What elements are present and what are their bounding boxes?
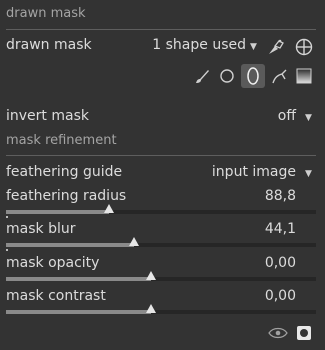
feathering-guide-value[interactable]: input image	[180, 164, 296, 180]
feathering-radius-value[interactable]: 88,8	[216, 188, 296, 204]
display-mask-icon[interactable]	[293, 323, 315, 343]
section-title-mask-refinement: mask refinement	[6, 133, 117, 148]
slider-fill	[6, 210, 109, 214]
ellipse-icon[interactable]	[241, 64, 265, 88]
mask-opacity-value[interactable]: 0,00	[216, 255, 296, 271]
drawn-mask-dropdown-icon[interactable]: ▼	[250, 42, 257, 52]
mask-blur-slider[interactable]	[6, 237, 316, 251]
feathering-guide-label: feathering guide	[6, 164, 123, 180]
mask-opacity-slider[interactable]	[6, 271, 316, 281]
mask-contrast-label: mask contrast	[6, 288, 106, 304]
gradient-icon[interactable]	[293, 65, 315, 87]
section-title-drawn-mask: drawn mask	[6, 6, 86, 21]
mask-blur-value[interactable]: 44,1	[216, 221, 296, 237]
drawn-mask-label: drawn mask	[6, 37, 92, 53]
add-existing-shape-icon[interactable]	[292, 36, 316, 58]
invert-mask-value[interactable]: off	[230, 108, 296, 124]
circle-icon[interactable]	[216, 65, 238, 87]
section-divider	[6, 155, 316, 156]
eye-icon[interactable]	[266, 323, 290, 343]
show-and-edit-icon[interactable]	[264, 36, 288, 58]
section-divider	[6, 29, 316, 30]
feathering-guide-dropdown-icon[interactable]: ▼	[305, 169, 312, 179]
slider-thumb[interactable]	[146, 271, 156, 280]
mask-blur-label: mask blur	[6, 221, 76, 237]
slider-fill	[6, 277, 151, 281]
slider-default-marker	[6, 249, 8, 251]
invert-mask-dropdown-icon[interactable]: ▼	[305, 113, 312, 123]
mask-opacity-label: mask opacity	[6, 255, 100, 271]
feathering-radius-label: feathering radius	[6, 188, 127, 204]
invert-mask-label: invert mask	[6, 108, 89, 124]
mask-contrast-value[interactable]: 0,00	[216, 288, 296, 304]
slider-thumb[interactable]	[146, 304, 156, 313]
slider-thumb[interactable]	[104, 204, 114, 213]
slider-default-marker	[6, 216, 8, 218]
slider-thumb[interactable]	[129, 237, 139, 246]
slider-fill	[6, 243, 134, 247]
path-icon[interactable]	[268, 65, 290, 87]
mask-contrast-slider[interactable]	[6, 304, 316, 314]
brush-icon[interactable]	[191, 65, 213, 87]
drawn-mask-value[interactable]: 1 shape used	[140, 37, 246, 53]
feathering-radius-slider[interactable]	[6, 204, 316, 218]
slider-fill	[6, 310, 151, 314]
